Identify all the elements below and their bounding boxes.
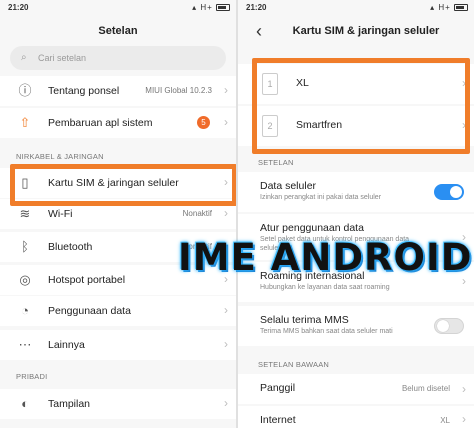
search-input[interactable]: ⌕ Cari setelan [10,46,226,70]
more-icon: ⋯ [18,337,32,352]
battery-icon [216,4,230,12]
row-value: Belum disetel [401,384,450,393]
sim-slot-2[interactable]: 2 Smartfren › [238,106,474,146]
row-subtitle: Terima MMS bahkan saat data seluler mati [260,328,393,335]
settings-item-sim-network[interactable]: ▯ Kartu SIM & jaringan seluler › [0,168,236,198]
display-icon: ◐ [21,396,29,411]
signal-icon: ▴ [430,3,436,12]
chevron-right-icon: › [462,76,466,90]
chevron-right-icon: › [224,206,228,220]
info-icon: ⓘ [18,83,32,98]
toggle-knob [437,320,449,332]
chevron-right-icon: › [462,118,466,132]
section-header-network: NIRKABEL & JARINGAN [16,152,104,161]
mms-row[interactable]: Selalu terima MMS Terima MMS bahkan saat… [238,306,474,346]
battery-icon [454,4,468,12]
settings-item-about-phone[interactable]: ⓘ Tentang ponsel MIUI Global 10.2.3 › [0,76,236,106]
row-value: XL [440,416,450,425]
item-label: Tampilan [48,398,91,410]
item-label: Lainnya [48,339,85,351]
mobile-data-toggle[interactable] [434,184,464,200]
hotspot-icon: ◎ [19,272,31,287]
item-label: Bluetooth [48,241,93,253]
settings-screen: 21:20 ▴ H+ Setelan ⌕ Cari setelan ⓘ Tent… [0,0,236,428]
bluetooth-icon: ᛒ [21,239,29,254]
page-title: Setelan [98,25,138,37]
toggle-knob [450,186,462,198]
row-label: Selalu terima MMS [260,314,349,326]
data-usage-icon: ◔ [21,303,29,318]
calls-default-row[interactable]: Panggil Belum disetel › [238,374,474,404]
item-label: Tentang ponsel [48,85,120,97]
sim-name: XL [296,77,309,89]
item-value: Nonaktif [182,209,212,218]
settings-item-data-usage[interactable]: ◔ Penggunaan data › [0,296,236,326]
sim-name: Smartfren [296,119,343,131]
search-placeholder: Cari setelan [38,53,87,63]
settings-item-display[interactable]: ◐ Tampilan › [0,389,236,419]
update-count-badge: 5 [197,116,210,129]
row-label: Internet [260,414,296,426]
status-bar: 21:20 ▴ H+ [0,0,236,18]
settings-item-more[interactable]: ⋯ Lainnya › [0,330,236,360]
sim-card-icon: 1 [262,73,278,95]
status-time: 21:20 [8,3,29,12]
section-header-default: SETELAN BAWAAN [258,360,330,369]
settings-item-wifi[interactable]: ≋ Wi-Fi Nonaktif › [0,199,236,229]
network-type-label: H+ [438,3,451,12]
chevron-right-icon: › [224,175,228,189]
row-subtitle: Izinkan perangkat ini pakai data seluler [260,194,382,201]
wifi-icon: ≋ [19,206,31,221]
network-type-label: H+ [200,3,213,12]
item-label: Wi-Fi [48,208,73,220]
status-icons: ▴ H+ [430,3,468,12]
update-icon: ⇧ [19,115,31,130]
chevron-right-icon: › [224,303,228,317]
chevron-right-icon: › [224,115,228,129]
chevron-right-icon: › [224,337,228,351]
row-label: Data seluler [260,180,317,192]
row-label: Panggil [260,382,296,394]
row-label: Atur penggunaan data [260,222,364,234]
status-icons: ▴ H+ [192,3,230,12]
item-value: MIUI Global 10.2.3 [145,86,212,95]
row-subtitle: Hubungkan ke layanan data saat roaming [260,284,390,291]
signal-icon: ▴ [192,3,198,12]
page-title: Kartu SIM & jaringan seluler [292,25,440,37]
item-label: Penggunaan data [48,305,131,317]
internet-default-row[interactable]: Internet XL › [238,406,474,428]
status-time: 21:20 [246,3,267,12]
sim-slot-1[interactable]: 1 XL › [238,64,474,104]
sim-card-icon: ▯ [21,175,29,190]
sim-network-screen: 21:20 ▴ H+ ‹ Kartu SIM & jaringan selule… [238,0,474,428]
chevron-right-icon: › [462,412,466,426]
search-icon: ⌕ [21,52,27,63]
chevron-right-icon: › [462,382,466,396]
sim-card-icon: 2 [262,115,278,137]
chevron-right-icon: › [224,396,228,410]
status-bar: 21:20 ▴ H+ [238,0,474,18]
mms-toggle[interactable] [434,318,464,334]
watermark-logo: IME ANDROID [178,236,473,279]
chevron-right-icon: › [224,83,228,97]
item-label: Pembaruan apl sistem [48,117,153,129]
section-header-settings: SETELAN [258,158,294,167]
item-label: Hotspot portabel [48,274,126,286]
item-label: Kartu SIM & jaringan seluler [48,177,179,189]
mobile-data-row[interactable]: Data seluler Izinkan perangkat ini pakai… [238,172,474,212]
settings-item-system-update[interactable]: ⇧ Pembaruan apl sistem 5 › [0,108,236,138]
section-header-personal: PRIBADI [16,372,48,381]
